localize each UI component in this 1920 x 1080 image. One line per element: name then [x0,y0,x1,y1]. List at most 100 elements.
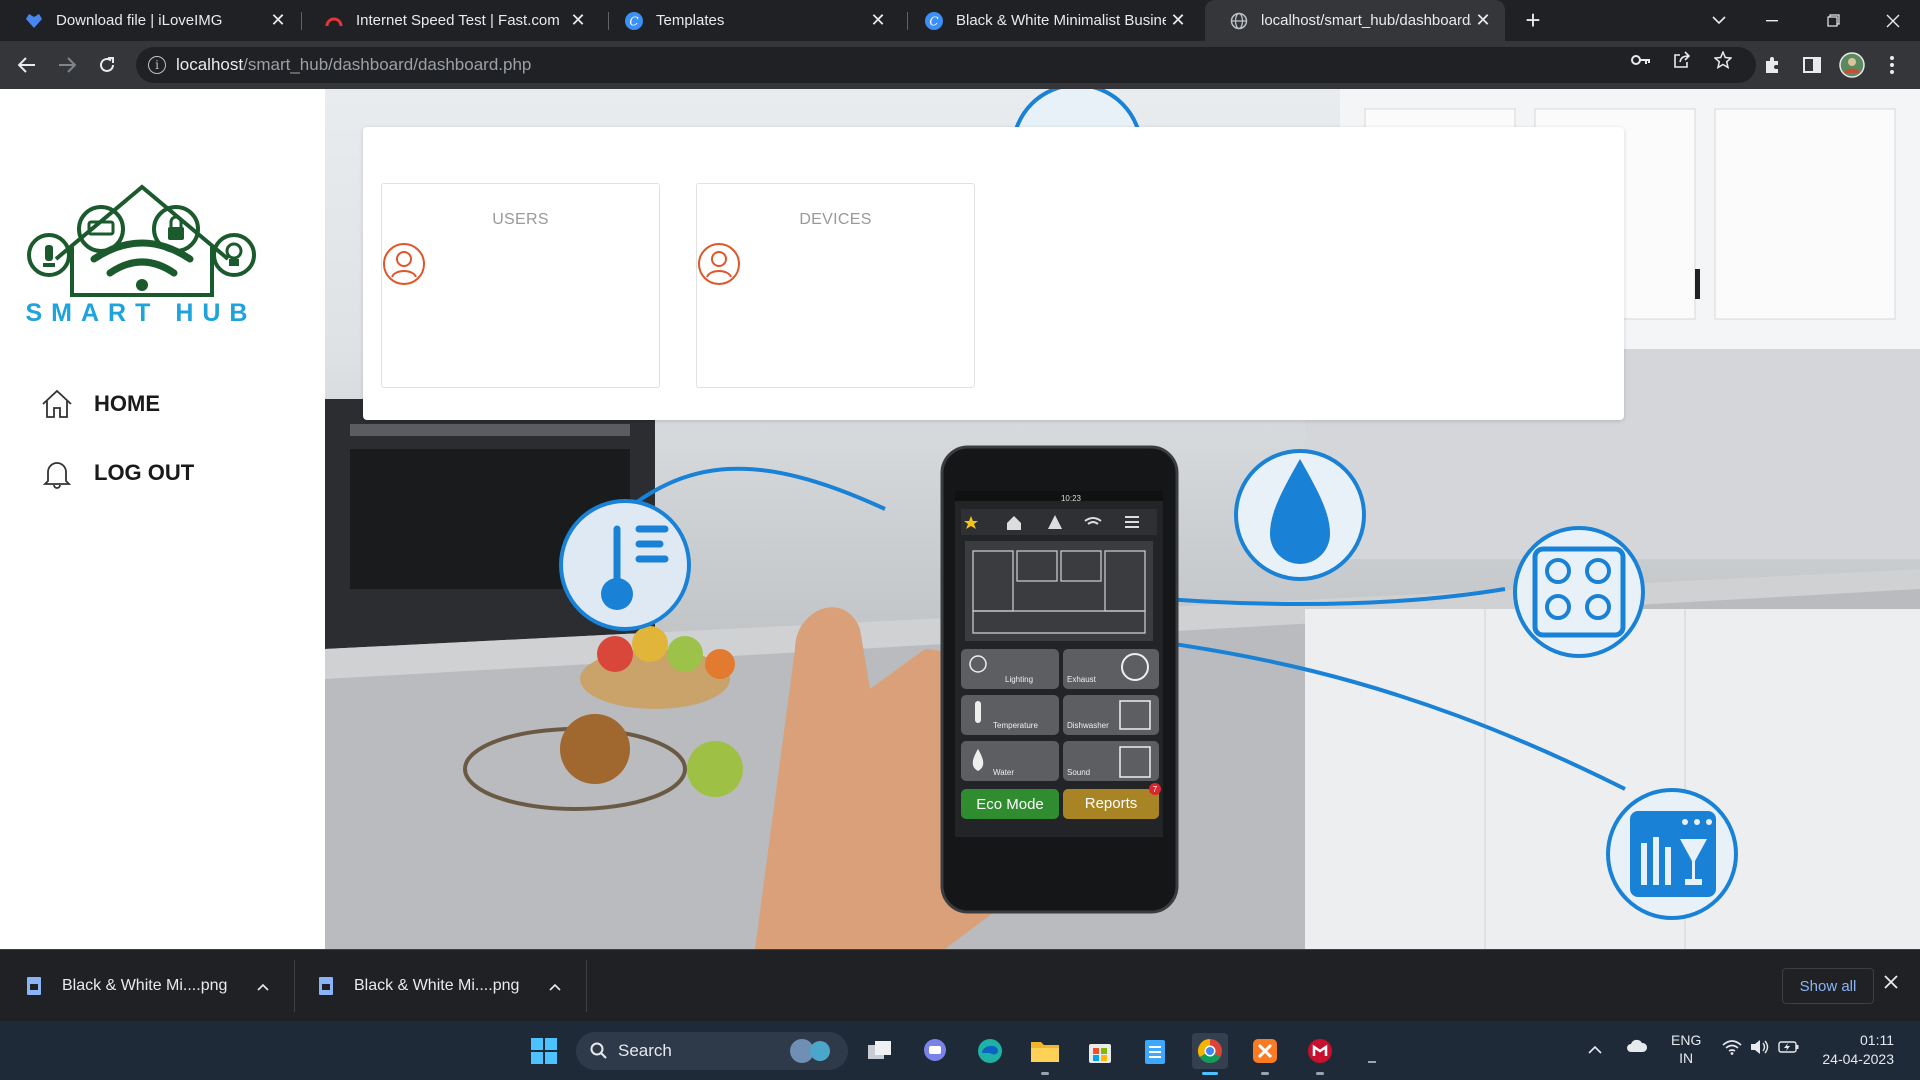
user-circle-icon [383,243,425,285]
tray-overflow-chevron-icon[interactable] [1588,1041,1602,1057]
onedrive-cloud-icon[interactable] [1626,1039,1648,1056]
brand-name: SMART HUB [25,299,257,327]
back-button[interactable] [11,49,43,81]
running-indicator [1316,1072,1324,1075]
fast-speedometer-icon [324,11,344,31]
close-icon[interactable]: ✕ [1166,9,1190,33]
reload-button[interactable] [91,49,123,81]
bell-icon [42,462,72,489]
download-filename: Black & White Mi....png [62,977,228,994]
image-file-icon [319,977,333,995]
store-icon [1089,1044,1111,1063]
mcafee-button[interactable] [1302,1033,1338,1075]
key-icon[interactable] [1631,50,1651,70]
phone-btn-exhaust: Exhaust [1067,675,1097,684]
url-host: localhost [176,55,244,74]
tab-smart-hub-dashboard[interactable]: localhost/smart_hub/dashboard/ ✕ [1205,0,1505,41]
taskbar-search[interactable]: Search [576,1032,848,1070]
folder-icon [1031,1042,1059,1062]
windows-logo-icon [531,1038,557,1064]
xampp-icon [1253,1039,1277,1063]
close-window-button[interactable] [1868,0,1918,41]
share-icon[interactable] [1672,50,1692,70]
start-button[interactable] [526,1033,562,1069]
language-indicator[interactable]: ENG IN [1671,1031,1701,1067]
svg-text:C: C [629,14,638,28]
hero-background: 10:23 Lighting Exhaust Temperature Dishw… [325,89,1920,949]
notepad-icon [1145,1040,1165,1064]
site-info-icon[interactable]: i [148,56,166,74]
tab-fastcom[interactable]: Internet Speed Test | Fast.com ✕ [300,0,600,41]
wifi-icon[interactable] [1722,1039,1742,1058]
show-all-downloads-button[interactable]: Show all [1782,968,1874,1004]
bookmark-star-icon[interactable] [1713,50,1733,70]
tab-canva-design[interactable]: C Black & White Minimalist Busines ✕ [900,0,1200,41]
phone-clock: 10:23 [1061,494,1082,503]
volume-icon[interactable] [1750,1039,1770,1058]
minimize-button[interactable] [1747,0,1797,41]
nav-home[interactable]: HOME [40,387,160,421]
xampp-button[interactable] [1247,1033,1283,1075]
nav-logout-label: LOG OUT [94,460,195,485]
chrome-button[interactable] [1192,1033,1228,1075]
url-bar[interactable]: i localhost/smart_hub/dashboard/dashboar… [136,47,1756,83]
tab-title: localhost/smart_hub/dashboard/ [1261,12,1471,29]
close-icon[interactable]: ✕ [266,9,290,33]
running-indicator [1261,1072,1269,1075]
nav-logout[interactable]: LOG OUT [40,456,194,490]
extensions-puzzle-icon[interactable] [1756,49,1788,81]
active-indicator [1202,1072,1218,1075]
url-path: /smart_hub/dashboard/dashboard.php [243,55,532,74]
edge-button[interactable] [972,1033,1008,1069]
canva-icon: C [924,11,944,31]
running-indicator [1041,1072,1049,1075]
nav-home-label: HOME [94,391,160,416]
forward-button[interactable] [51,49,83,81]
page-content: SMART HUB HOME LOG OUT 10:23 Lighting Ex… [0,89,1920,949]
close-icon[interactable]: ✕ [1471,9,1495,33]
chrome-icon [1197,1039,1222,1064]
tab-iloveimg[interactable]: Download file | iLoveIMG ✕ [0,0,300,41]
restore-button[interactable] [1808,0,1858,41]
tab-title: Internet Speed Test | Fast.com [356,12,560,29]
users-tile-label: USERS [492,211,549,228]
tab-search-chevron-icon[interactable] [1694,0,1744,41]
notepad-button[interactable] [1137,1033,1173,1069]
devices-tile[interactable]: DEVICES [696,183,975,388]
tab-templates[interactable]: C Templates ✕ [600,0,900,41]
clock[interactable]: 01:11 24-04-2023 [1818,1031,1894,1069]
phone-reports-badge: 7 [1153,785,1158,794]
download-separator [586,960,587,1012]
user-circle-icon [698,243,740,285]
phone-btn-lighting: Lighting [1005,675,1033,684]
home-icon [42,389,72,418]
teams-chat-button[interactable] [917,1033,953,1069]
profile-avatar[interactable] [1836,49,1868,81]
file-explorer-button[interactable] [1027,1033,1063,1075]
side-panel-icon[interactable] [1796,49,1828,81]
download-item[interactable]: Black & White Mi....png [26,950,269,1022]
battery-icon[interactable] [1778,1039,1800,1058]
chevron-up-icon[interactable] [549,978,561,994]
phone-btn-sound: Sound [1067,768,1090,777]
clock-date: 24-04-2023 [1822,1051,1894,1067]
download-item[interactable]: Black & White Mi....png [318,950,561,1022]
tab-title: Templates [656,12,725,29]
store-button[interactable] [1082,1033,1118,1069]
close-shelf-button[interactable] [1884,972,1898,995]
more-menu-icon[interactable] [1876,49,1908,81]
devices-tile-label: DEVICES [799,211,872,228]
close-icon[interactable]: ✕ [866,9,890,33]
chevron-up-icon[interactable] [257,978,269,994]
new-tab-button[interactable]: + [1518,5,1548,35]
task-view-button[interactable] [862,1033,898,1069]
users-tile[interactable]: USERS [381,183,660,388]
phone-reports: Reports [1085,795,1138,812]
svg-text:C: C [929,14,938,28]
taskbar-search-label: Search [618,1041,672,1060]
iloveimg-heart-icon [24,11,44,31]
windows-taskbar: Search ENG IN 01:11 24-04-2023 [0,1021,1920,1080]
taskbar-pointer-dash [1368,1051,1376,1067]
task-view-icon [868,1041,891,1059]
close-icon[interactable]: ✕ [566,9,590,33]
